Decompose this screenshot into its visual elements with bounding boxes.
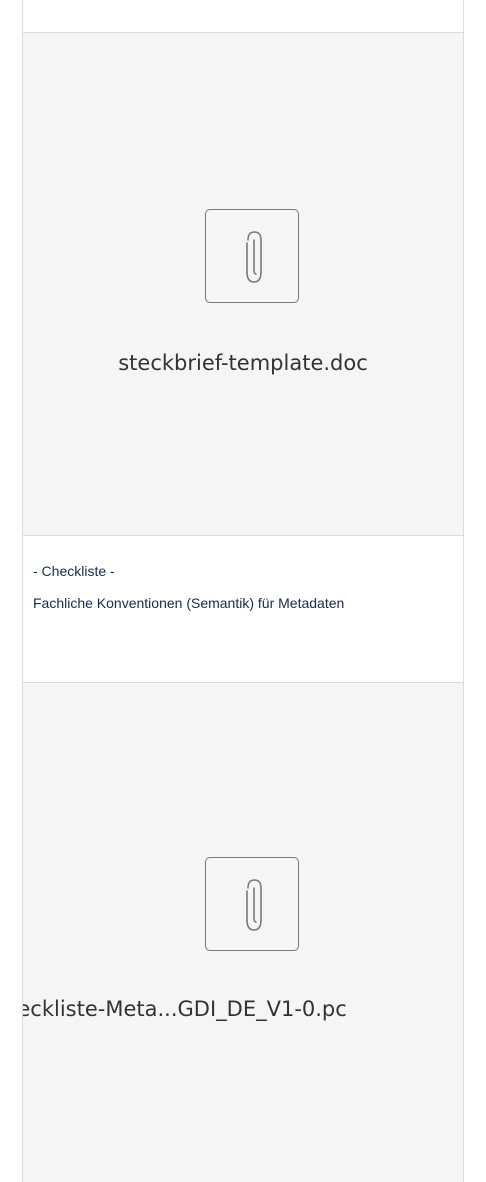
attachment-preview[interactable]: :heckliste-Meta...GDI_DE_V1-0.pc bbox=[23, 683, 463, 1182]
attachment-file-name-text: :heckliste-Meta...GDI_DE_V1-0.pc bbox=[22, 997, 347, 1021]
checklist-description: Fachliche Konventionen (Semantik) für Me… bbox=[33, 595, 345, 611]
table-cell-text: - Checkliste - Fachliche Konventionen (S… bbox=[23, 536, 463, 683]
table-cell-empty bbox=[23, 0, 463, 33]
paperclip-icon bbox=[205, 857, 299, 951]
checklist-heading: - Checkliste - bbox=[33, 563, 115, 579]
attachment-file-name[interactable]: :heckliste-Meta...GDI_DE_V1-0.pc bbox=[22, 997, 463, 1021]
table-column: steckbrief-template.doc - Checkliste - F… bbox=[22, 0, 464, 1182]
attachment-file-name[interactable]: steckbrief-template.doc bbox=[23, 351, 463, 375]
attachment-preview[interactable]: steckbrief-template.doc bbox=[23, 33, 463, 536]
paperclip-icon bbox=[205, 209, 299, 303]
page: steckbrief-template.doc - Checkliste - F… bbox=[0, 0, 486, 1182]
